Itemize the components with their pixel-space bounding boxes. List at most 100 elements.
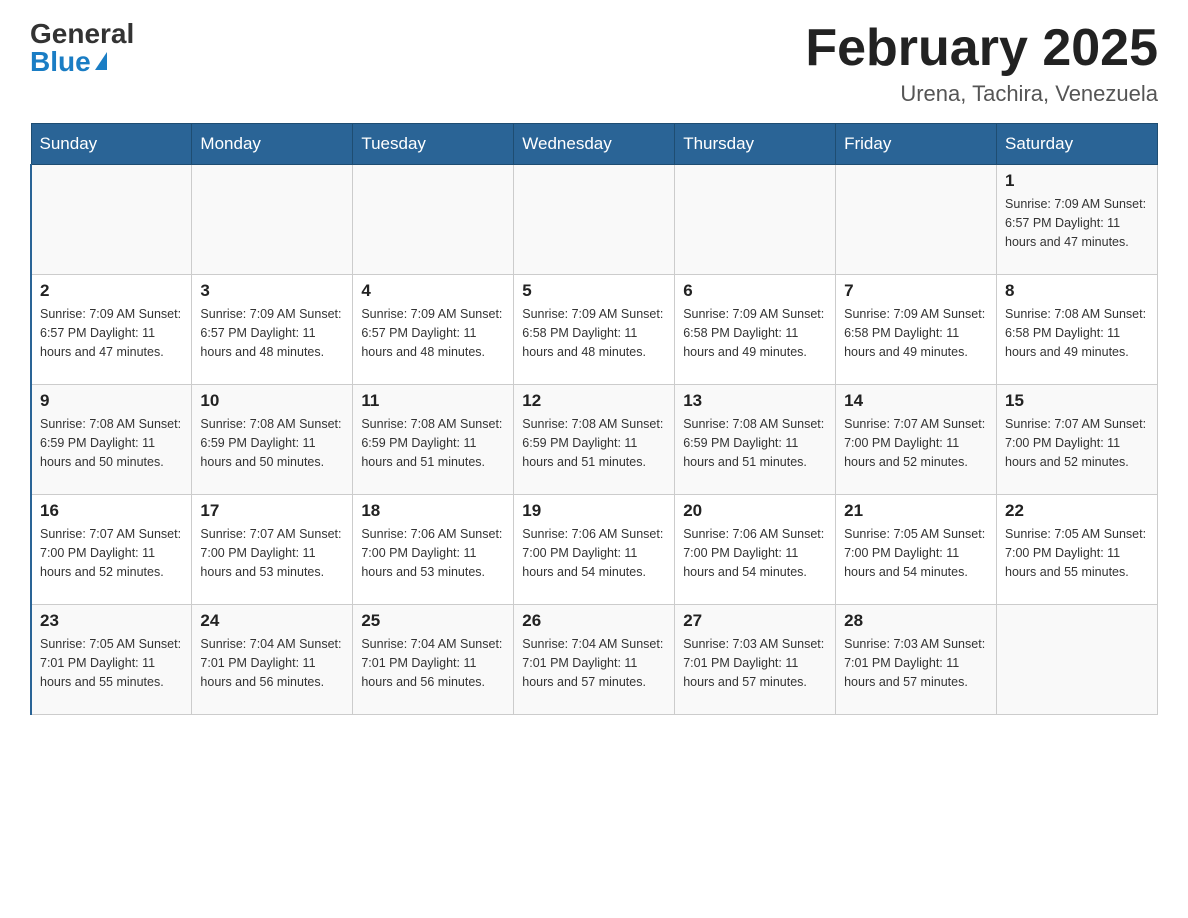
day-number: 10: [200, 391, 344, 411]
day-info: Sunrise: 7:09 AM Sunset: 6:57 PM Dayligh…: [40, 305, 183, 361]
day-info: Sunrise: 7:08 AM Sunset: 6:59 PM Dayligh…: [683, 415, 827, 471]
header-sunday: Sunday: [31, 124, 192, 165]
day-info: Sunrise: 7:09 AM Sunset: 6:57 PM Dayligh…: [1005, 195, 1149, 251]
day-number: 16: [40, 501, 183, 521]
page-header: General Blue February 2025 Urena, Tachir…: [30, 20, 1158, 107]
day-number: 14: [844, 391, 988, 411]
calendar-cell: 21 Sunrise: 7:05 AM Sunset: 7:00 PM Dayli…: [836, 495, 997, 605]
calendar-cell: [353, 165, 514, 275]
day-info: Sunrise: 7:04 AM Sunset: 7:01 PM Dayligh…: [361, 635, 505, 691]
day-number: 22: [1005, 501, 1149, 521]
day-number: 24: [200, 611, 344, 631]
header-wednesday: Wednesday: [514, 124, 675, 165]
day-number: 6: [683, 281, 827, 301]
calendar-cell: 1 Sunrise: 7:09 AM Sunset: 6:57 PM Daylig…: [997, 165, 1158, 275]
calendar-body: 1 Sunrise: 7:09 AM Sunset: 6:57 PM Daylig…: [31, 165, 1158, 715]
day-number: 12: [522, 391, 666, 411]
logo-general-text: General: [30, 20, 134, 48]
day-info: Sunrise: 7:06 AM Sunset: 7:00 PM Dayligh…: [361, 525, 505, 581]
calendar-cell: 5Sunrise: 7:09 AM Sunset: 6:58 PM Daylig…: [514, 275, 675, 385]
day-number: 28: [844, 611, 988, 631]
calendar-cell: 9 Sunrise: 7:08 AM Sunset: 6:59 PM Daylig…: [31, 385, 192, 495]
calendar-cell: 7Sunrise: 7:09 AM Sunset: 6:58 PM Daylig…: [836, 275, 997, 385]
header-tuesday: Tuesday: [353, 124, 514, 165]
calendar-cell: [31, 165, 192, 275]
day-info: Sunrise: 7:08 AM Sunset: 6:59 PM Dayligh…: [40, 415, 183, 471]
day-number: 9: [40, 391, 183, 411]
calendar-cell: 16 Sunrise: 7:07 AM Sunset: 7:00 PM Dayli…: [31, 495, 192, 605]
day-info: Sunrise: 7:05 AM Sunset: 7:01 PM Dayligh…: [40, 635, 183, 691]
day-info: Sunrise: 7:07 AM Sunset: 7:00 PM Dayligh…: [200, 525, 344, 581]
day-info: Sunrise: 7:04 AM Sunset: 7:01 PM Dayligh…: [200, 635, 344, 691]
day-number: 23: [40, 611, 183, 631]
day-info: Sunrise: 7:09 AM Sunset: 6:58 PM Dayligh…: [844, 305, 988, 361]
day-info: Sunrise: 7:09 AM Sunset: 6:58 PM Dayligh…: [522, 305, 666, 361]
day-number: 27: [683, 611, 827, 631]
calendar-cell: 27 Sunrise: 7:03 AM Sunset: 7:01 PM Dayli…: [675, 605, 836, 715]
day-info: Sunrise: 7:08 AM Sunset: 6:59 PM Dayligh…: [522, 415, 666, 471]
calendar-cell: 14Sunrise: 7:07 AM Sunset: 7:00 PM Dayli…: [836, 385, 997, 495]
calendar-cell: 2 Sunrise: 7:09 AM Sunset: 6:57 PM Daylig…: [31, 275, 192, 385]
calendar-cell: 22 Sunrise: 7:05 AM Sunset: 7:00 PM Dayli…: [997, 495, 1158, 605]
day-number: 20: [683, 501, 827, 521]
month-title: February 2025: [805, 20, 1158, 77]
day-info: Sunrise: 7:05 AM Sunset: 7:00 PM Dayligh…: [1005, 525, 1149, 581]
calendar-cell: [514, 165, 675, 275]
header-monday: Monday: [192, 124, 353, 165]
calendar-header: Sunday Monday Tuesday Wednesday Thursday…: [31, 124, 1158, 165]
day-number: 8: [1005, 281, 1149, 301]
day-info: Sunrise: 7:06 AM Sunset: 7:00 PM Dayligh…: [683, 525, 827, 581]
calendar-week-5: 23 Sunrise: 7:05 AM Sunset: 7:01 PM Dayli…: [31, 605, 1158, 715]
calendar-cell: [836, 165, 997, 275]
calendar-cell: 23 Sunrise: 7:05 AM Sunset: 7:01 PM Dayli…: [31, 605, 192, 715]
day-info: Sunrise: 7:08 AM Sunset: 6:58 PM Dayligh…: [1005, 305, 1149, 361]
day-number: 18: [361, 501, 505, 521]
calendar-cell: [997, 605, 1158, 715]
calendar-cell: 25 Sunrise: 7:04 AM Sunset: 7:01 PM Dayli…: [353, 605, 514, 715]
calendar-cell: 24 Sunrise: 7:04 AM Sunset: 7:01 PM Dayli…: [192, 605, 353, 715]
day-info: Sunrise: 7:03 AM Sunset: 7:01 PM Dayligh…: [844, 635, 988, 691]
day-number: 21: [844, 501, 988, 521]
day-info: Sunrise: 7:03 AM Sunset: 7:01 PM Dayligh…: [683, 635, 827, 691]
calendar-cell: 17 Sunrise: 7:07 AM Sunset: 7:00 PM Dayli…: [192, 495, 353, 605]
calendar-cell: 3Sunrise: 7:09 AM Sunset: 6:57 PM Daylig…: [192, 275, 353, 385]
day-info: Sunrise: 7:06 AM Sunset: 7:00 PM Dayligh…: [522, 525, 666, 581]
calendar-week-2: 2 Sunrise: 7:09 AM Sunset: 6:57 PM Daylig…: [31, 275, 1158, 385]
calendar-cell: 6 Sunrise: 7:09 AM Sunset: 6:58 PM Daylig…: [675, 275, 836, 385]
day-info: Sunrise: 7:07 AM Sunset: 7:00 PM Dayligh…: [40, 525, 183, 581]
calendar-cell: 10 Sunrise: 7:08 AM Sunset: 6:59 PM Dayli…: [192, 385, 353, 495]
calendar-cell: 11Sunrise: 7:08 AM Sunset: 6:59 PM Dayli…: [353, 385, 514, 495]
title-block: February 2025 Urena, Tachira, Venezuela: [805, 20, 1158, 107]
day-info: Sunrise: 7:09 AM Sunset: 6:58 PM Dayligh…: [683, 305, 827, 361]
calendar-cell: 28 Sunrise: 7:03 AM Sunset: 7:01 PM Dayli…: [836, 605, 997, 715]
calendar-cell: 18 Sunrise: 7:06 AM Sunset: 7:00 PM Dayli…: [353, 495, 514, 605]
day-info: Sunrise: 7:09 AM Sunset: 6:57 PM Dayligh…: [361, 305, 505, 361]
calendar-table: Sunday Monday Tuesday Wednesday Thursday…: [30, 123, 1158, 715]
weekday-header-row: Sunday Monday Tuesday Wednesday Thursday…: [31, 124, 1158, 165]
calendar-cell: 4Sunrise: 7:09 AM Sunset: 6:57 PM Daylig…: [353, 275, 514, 385]
calendar-cell: 12 Sunrise: 7:08 AM Sunset: 6:59 PM Dayli…: [514, 385, 675, 495]
day-number: 1: [1005, 171, 1149, 191]
day-number: 15: [1005, 391, 1149, 411]
day-number: 25: [361, 611, 505, 631]
calendar-cell: 26Sunrise: 7:04 AM Sunset: 7:01 PM Dayli…: [514, 605, 675, 715]
day-info: Sunrise: 7:07 AM Sunset: 7:00 PM Dayligh…: [1005, 415, 1149, 471]
calendar-week-4: 16 Sunrise: 7:07 AM Sunset: 7:00 PM Dayli…: [31, 495, 1158, 605]
logo: General Blue: [30, 20, 134, 76]
day-info: Sunrise: 7:04 AM Sunset: 7:01 PM Dayligh…: [522, 635, 666, 691]
day-number: 13: [683, 391, 827, 411]
calendar-cell: 8 Sunrise: 7:08 AM Sunset: 6:58 PM Daylig…: [997, 275, 1158, 385]
location-title: Urena, Tachira, Venezuela: [805, 81, 1158, 107]
day-number: 17: [200, 501, 344, 521]
calendar-week-1: 1 Sunrise: 7:09 AM Sunset: 6:57 PM Daylig…: [31, 165, 1158, 275]
day-info: Sunrise: 7:05 AM Sunset: 7:00 PM Dayligh…: [844, 525, 988, 581]
day-number: 3: [200, 281, 344, 301]
logo-blue-text: Blue: [30, 48, 107, 76]
day-number: 2: [40, 281, 183, 301]
calendar-cell: 19Sunrise: 7:06 AM Sunset: 7:00 PM Dayli…: [514, 495, 675, 605]
header-saturday: Saturday: [997, 124, 1158, 165]
calendar-cell: [192, 165, 353, 275]
day-info: Sunrise: 7:08 AM Sunset: 6:59 PM Dayligh…: [361, 415, 505, 471]
calendar-cell: 20 Sunrise: 7:06 AM Sunset: 7:00 PM Dayli…: [675, 495, 836, 605]
day-info: Sunrise: 7:08 AM Sunset: 6:59 PM Dayligh…: [200, 415, 344, 471]
